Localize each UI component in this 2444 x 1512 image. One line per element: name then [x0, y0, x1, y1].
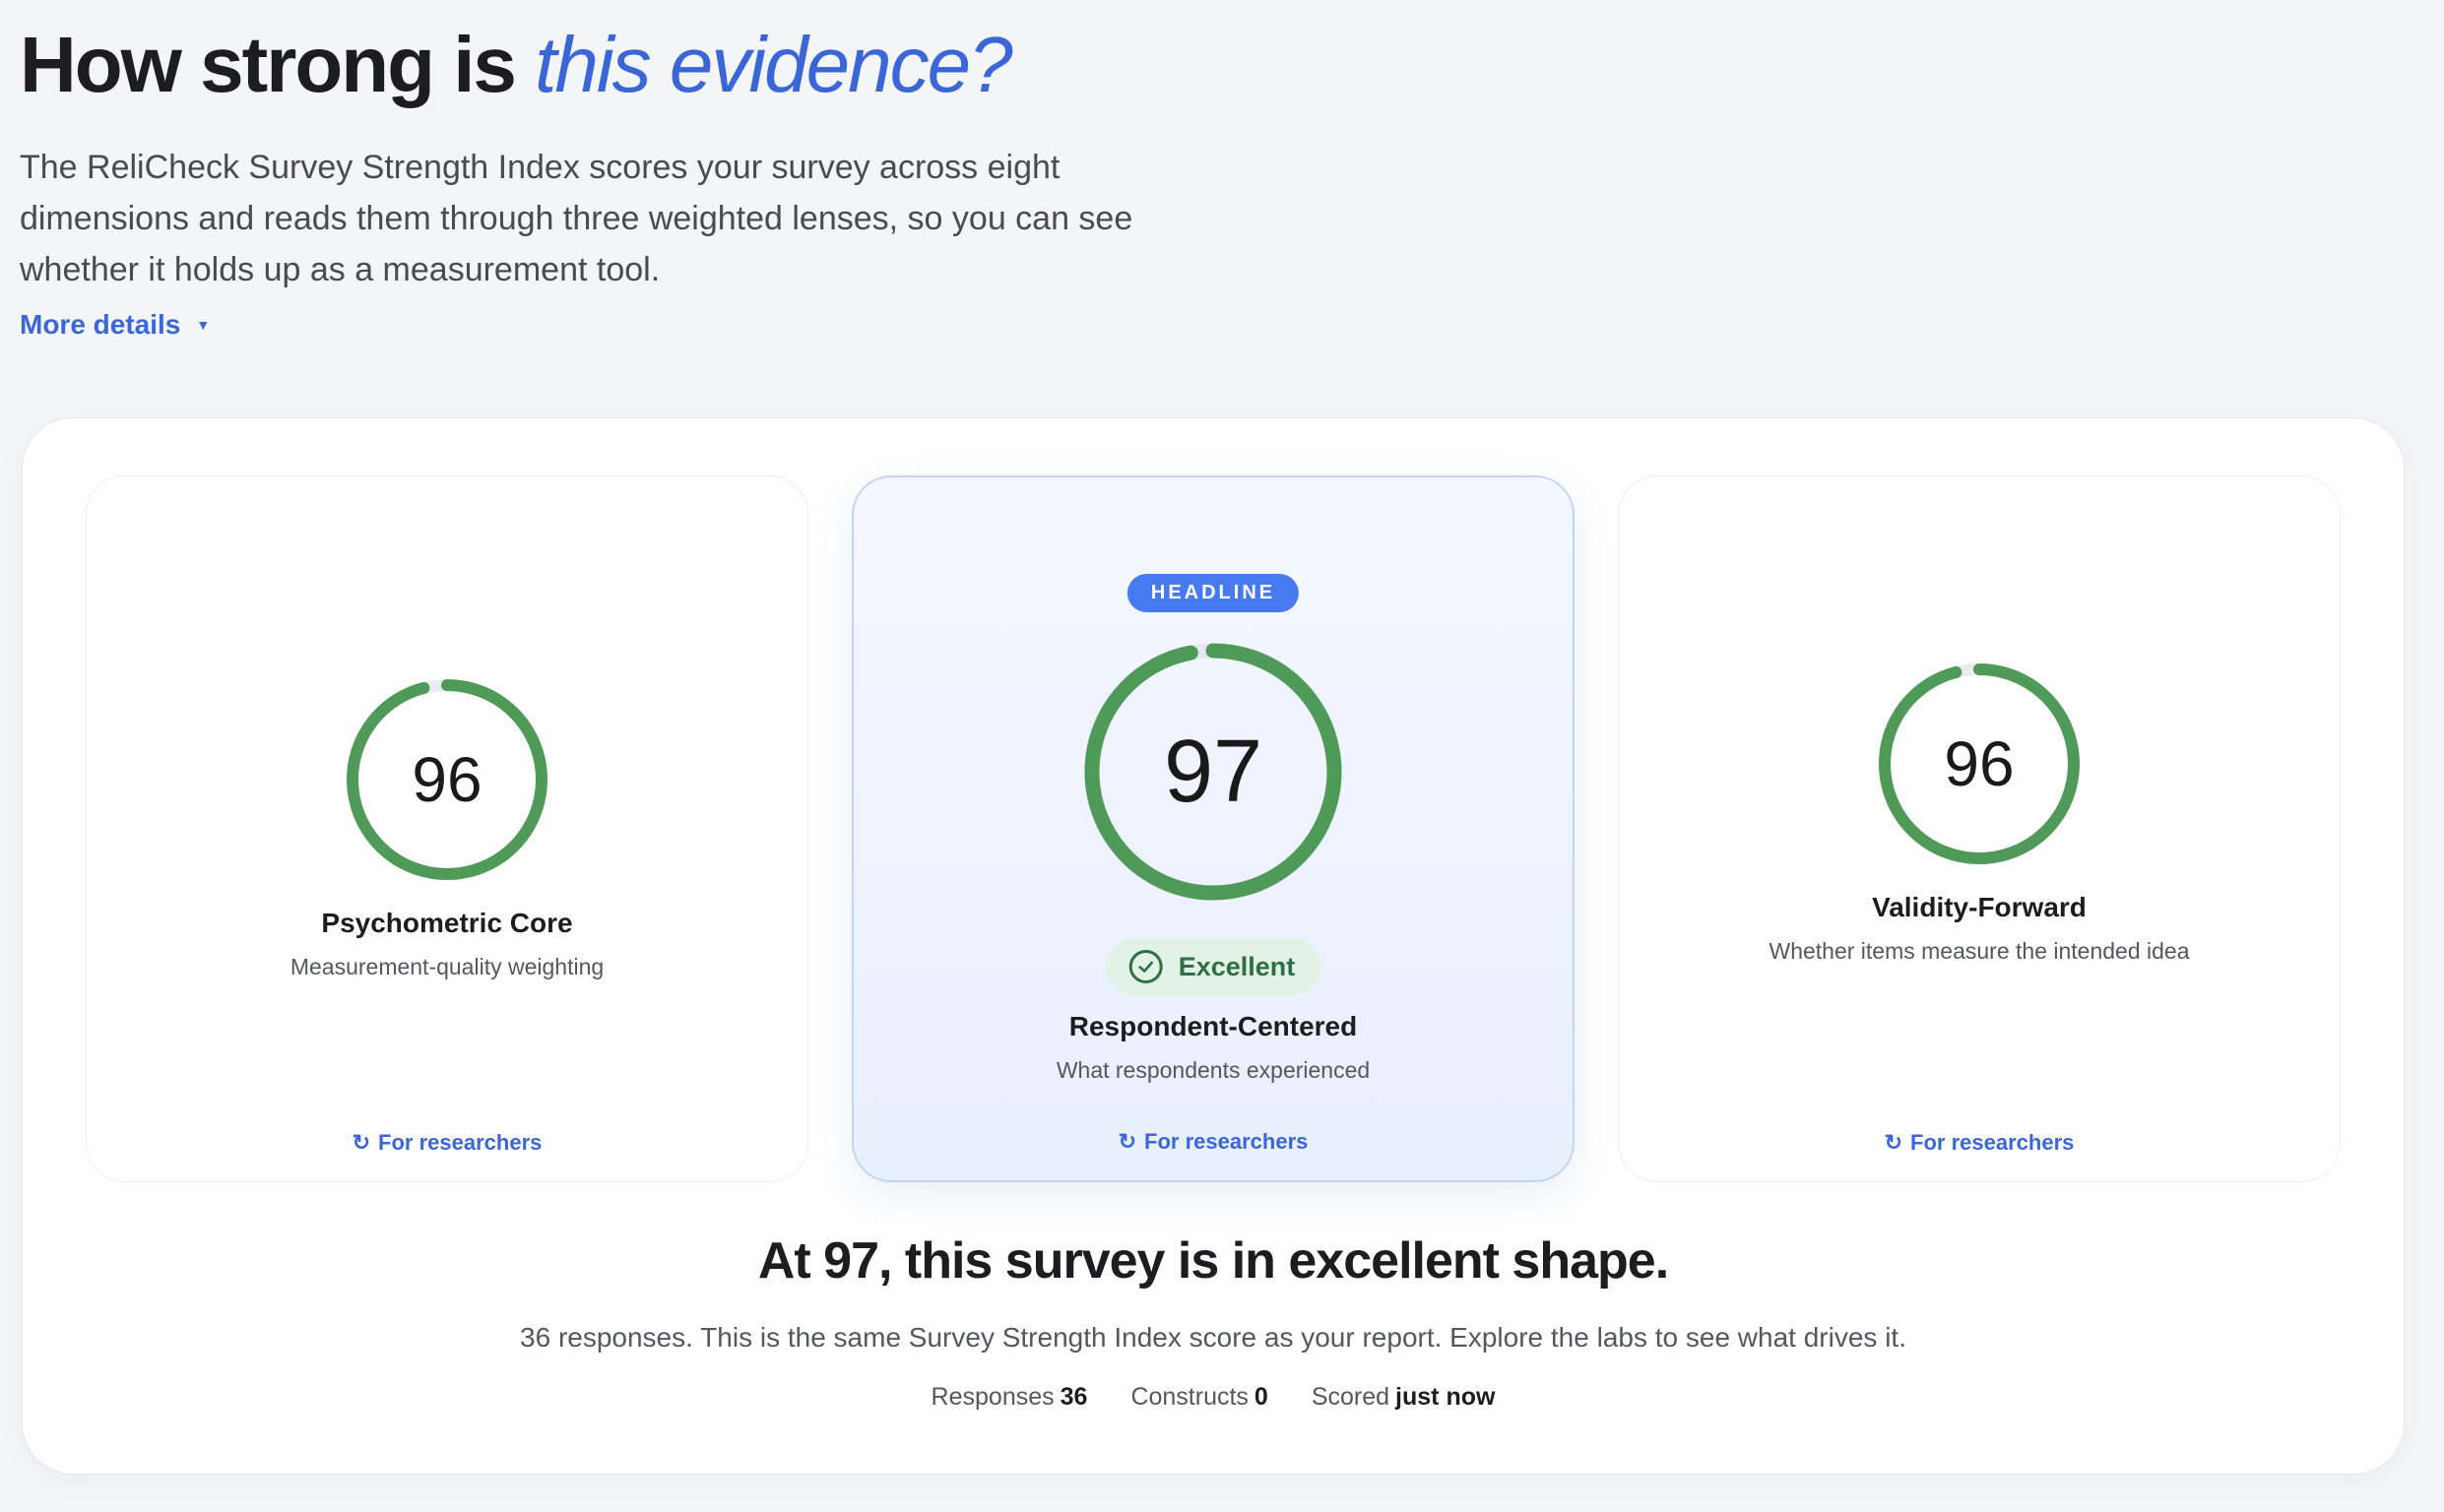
lens-card-validity: 96 Validity-Forward Whether items measur…: [1618, 475, 2341, 1182]
stat-label: Scored: [1311, 1383, 1390, 1411]
lens-subtitle: Measurement-quality weighting: [289, 954, 605, 979]
for-researchers-link[interactable]: ↻ For researchers: [1885, 1130, 2075, 1156]
lens-card-psychometric: 96 Psychometric Core Measurement-quality…: [86, 475, 808, 1182]
summary-detail: 36 responses. This is the same Survey St…: [520, 1322, 1906, 1353]
lens-subtitle: Whether items measure the intended idea: [1769, 938, 2190, 964]
lens-card-respondent: HEADLINE 97 Excellent Respondent-Centere…: [852, 475, 1575, 1182]
refresh-icon: ↻: [352, 1130, 371, 1155]
stat-constructs: Constructs 0: [1130, 1383, 1267, 1412]
more-details-toggle[interactable]: More details ▼: [20, 309, 210, 341]
for-researchers-label: For researchers: [1144, 1129, 1309, 1154]
score-ring: 97: [1082, 641, 1344, 903]
summary-stats: Responses 36 Constructs 0 Scored just now: [23, 1383, 2404, 1412]
caret-down-icon: ▼: [196, 317, 211, 333]
page-title-accent: this evidence?: [535, 21, 1012, 108]
status-label: Excellent: [1178, 951, 1296, 981]
summary-headline: At 97, this survey is in excellent shape…: [757, 1232, 1669, 1290]
page-description: The ReliCheck Survey Strength Index scor…: [20, 149, 1133, 288]
for-researchers-link[interactable]: ↻ For researchers: [1119, 1129, 1309, 1155]
lens-title: Respondent-Centered: [1068, 1011, 1358, 1041]
page-title: How strong is this evidence?: [20, 18, 1260, 112]
page-title-plain: How strong is: [20, 21, 536, 108]
more-details-label: More details: [20, 309, 181, 340]
score-ring: 96: [1877, 662, 2082, 866]
stat-label: Responses: [931, 1383, 1055, 1411]
stat-value: 0: [1254, 1383, 1268, 1411]
check-circle-icon: [1128, 950, 1163, 983]
for-researchers-label: For researchers: [1910, 1130, 2075, 1155]
stat-label: Constructs: [1130, 1383, 1249, 1411]
refresh-icon: ↻: [1884, 1130, 1903, 1155]
score-panel: 96 Psychometric Core Measurement-quality…: [22, 417, 2405, 1475]
for-researchers-link[interactable]: ↻ For researchers: [353, 1130, 543, 1156]
for-researchers-label: For researchers: [378, 1130, 543, 1155]
lens-subtitle: What respondents experienced: [1056, 1057, 1371, 1083]
stat-responses: Responses 36: [932, 1383, 1088, 1412]
hero: How strong is this evidence? The ReliChe…: [20, 18, 1260, 341]
lens-title: Psychometric Core: [321, 908, 573, 938]
stat-value: just now: [1395, 1383, 1496, 1411]
score-value: 97: [1163, 722, 1263, 821]
headline-badge: HEADLINE: [1126, 574, 1300, 612]
stat-value: 36: [1060, 1383, 1088, 1411]
refresh-icon: ↻: [1118, 1129, 1137, 1154]
score-ring: 96: [345, 677, 549, 882]
status-badge: Excellent: [1105, 938, 1321, 995]
score-value: 96: [1944, 728, 2015, 799]
stat-scored: Scored just now: [1312, 1383, 1496, 1412]
score-value: 96: [412, 744, 482, 815]
lens-title: Validity-Forward: [1872, 892, 2087, 922]
